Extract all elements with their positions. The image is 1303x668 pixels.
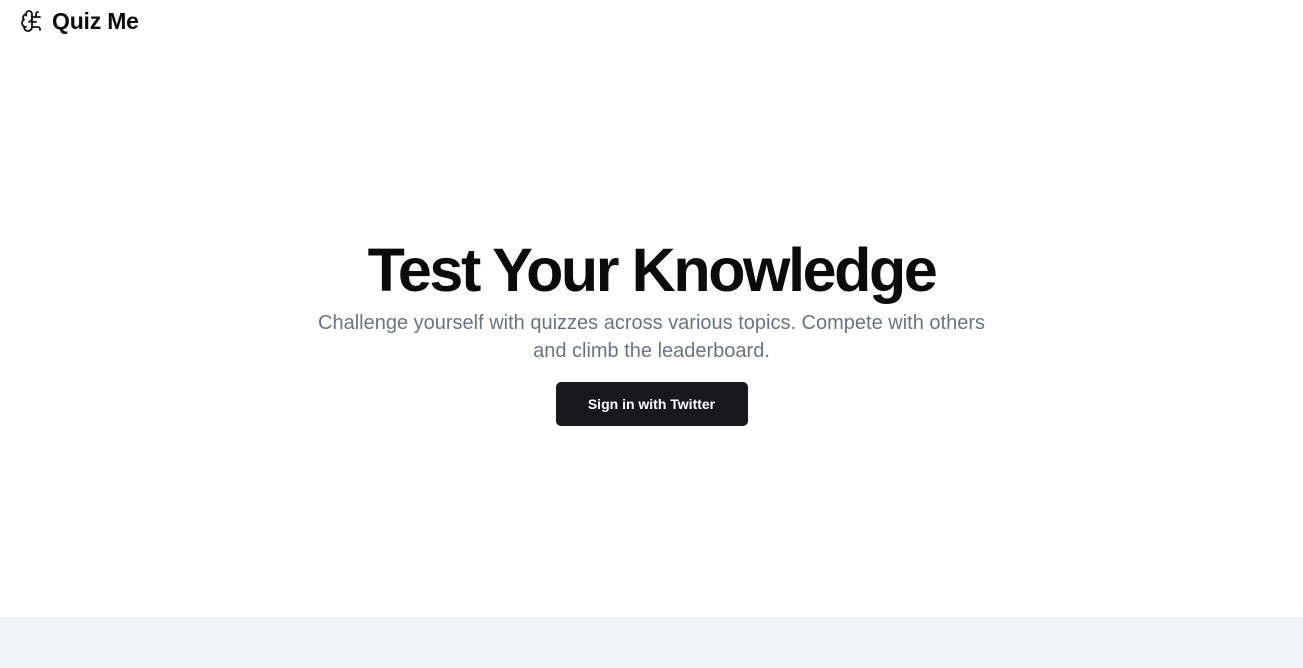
hero-subtitle: Challenge yourself with quizzes across v…	[318, 312, 985, 362]
hero-section: Test Your Knowledge Challenge yourself w…	[0, 234, 1303, 426]
sign-in-twitter-button[interactable]: Sign in with Twitter	[555, 382, 748, 426]
brain-icon	[20, 9, 44, 33]
landing-page: Quiz Me Test Your Knowledge Challenge yo…	[0, 0, 1303, 668]
brand-name[interactable]: Quiz Me	[52, 8, 139, 35]
hero-title: Test Your Knowledge	[367, 236, 938, 304]
footer	[0, 617, 1303, 668]
site-header: Quiz Me	[20, 6, 139, 36]
